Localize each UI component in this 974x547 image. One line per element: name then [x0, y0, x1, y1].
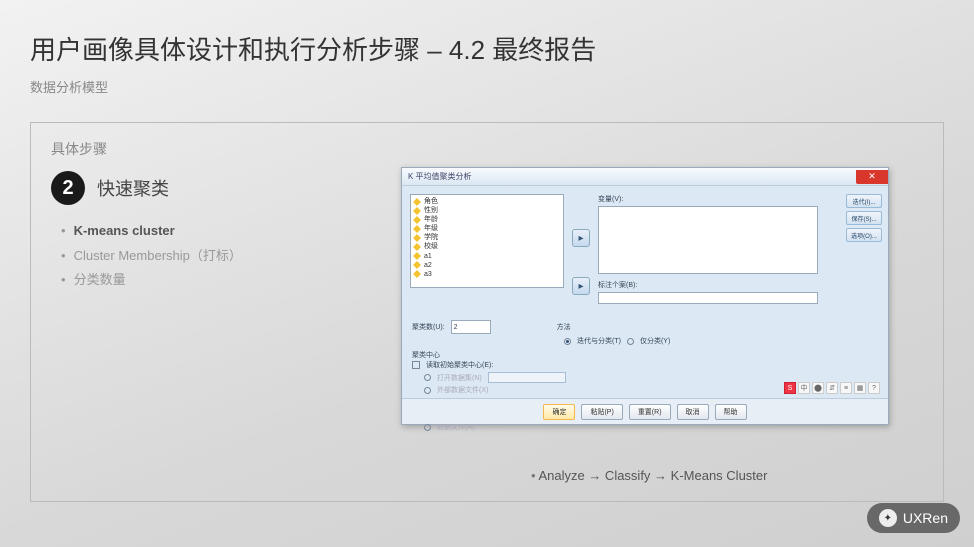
content-panel: 具体步骤 2 快速聚类 K-means cluster Cluster Memb… — [30, 122, 944, 502]
wechat-icon: ✦ — [879, 509, 897, 527]
ime-icon[interactable]: ⇵ — [826, 382, 838, 394]
move-right-button[interactable]: ▸ — [572, 229, 590, 247]
ime-icon[interactable]: S — [784, 382, 796, 394]
dialog-body: 角色 性别 年龄 年级 学院 校级 a1 a2 a3 ▸ ▸ 变量(V): — [402, 186, 888, 316]
step-number-badge: 2 — [51, 171, 85, 205]
step-title: 快速聚类 — [97, 175, 169, 201]
screenshot-caption: Analyze → Classify → K-Means Cluster — [531, 468, 767, 483]
dialog-side-buttons: 迭代(I)... 保存(S)... 选项(O)... — [846, 194, 882, 242]
variable-item: 角色 — [413, 197, 561, 206]
clusters-input[interactable]: 2 — [451, 320, 491, 334]
dataset-dropdown[interactable] — [488, 372, 566, 383]
source-variables-list[interactable]: 角色 性别 年龄 年级 学院 校级 a1 a2 a3 — [410, 194, 564, 288]
ruler-icon — [413, 261, 421, 269]
paste-button[interactable]: 粘贴(P) — [581, 404, 622, 420]
close-button[interactable]: ✕ — [856, 170, 888, 184]
label-case-label: 标注个案(B): — [598, 280, 880, 290]
ruler-icon — [413, 198, 421, 206]
iterate-button[interactable]: 迭代(I)... — [846, 194, 882, 208]
spss-dialog: K 平均值聚类分析 ✕ 迭代(I)... 保存(S)... 选项(O)... 角… — [401, 167, 889, 425]
variable-item: 校级 — [413, 242, 561, 251]
ime-icon[interactable]: ? — [868, 382, 880, 394]
variables-target-list[interactable] — [598, 206, 818, 274]
ime-icon[interactable]: ≡ — [840, 382, 852, 394]
dialog-titlebar: K 平均值聚类分析 ✕ — [402, 168, 888, 186]
cancel-button[interactable]: 取消 — [677, 404, 709, 420]
watermark: ✦ UXRen — [867, 503, 960, 533]
center-group-label: 聚类中心 — [412, 350, 878, 360]
variables-target-label: 变量(V): — [598, 194, 880, 204]
save-button[interactable]: 保存(S)... — [846, 211, 882, 225]
radio-data-file[interactable] — [424, 424, 431, 431]
help-button[interactable]: 帮助 — [715, 404, 747, 420]
ime-icon[interactable]: 中 — [798, 382, 810, 394]
move-right-button[interactable]: ▸ — [572, 277, 590, 295]
variable-item: a2 — [413, 261, 561, 270]
variable-item: 年龄 — [413, 215, 561, 224]
variable-item: 年级 — [413, 224, 561, 233]
variable-item: 性别 — [413, 206, 561, 215]
ruler-icon — [413, 234, 421, 242]
options-button[interactable]: 选项(O)... — [846, 228, 882, 242]
ok-button[interactable]: 确定 — [543, 404, 575, 420]
read-initial-checkbox[interactable] — [412, 361, 420, 369]
dialog-title: K 平均值聚类分析 — [408, 171, 472, 182]
page-title: 用户画像具体设计和执行分析步骤 – 4.2 最终报告 — [30, 30, 944, 67]
dialog-right-pane: 变量(V): 标注个案(B): — [598, 194, 880, 308]
variable-item: 学院 — [413, 233, 561, 242]
ruler-icon — [413, 207, 421, 215]
clusters-label: 聚类数(U): — [412, 322, 445, 332]
ime-icon[interactable]: ⬤ — [812, 382, 824, 394]
variable-item: a3 — [413, 270, 561, 279]
ruler-icon — [413, 270, 421, 278]
panel-label: 具体步骤 — [51, 139, 923, 159]
variable-item: a1 — [413, 252, 561, 261]
ruler-icon — [413, 243, 421, 251]
ruler-icon — [413, 216, 421, 224]
watermark-brand: UXRen — [903, 510, 948, 526]
ruler-icon — [413, 252, 421, 260]
ime-statusbar: S 中 ⬤ ⇵ ≡ ▦ ? — [784, 382, 880, 394]
bullet-text: K-means cluster — [74, 219, 175, 244]
dialog-footer: 确定 粘贴(P) 重置(R) 取消 帮助 — [402, 398, 888, 424]
transfer-buttons: ▸ ▸ — [572, 194, 590, 308]
bullet-text: 分类数量 — [74, 268, 126, 293]
radio-external-file[interactable] — [424, 387, 431, 394]
radio-iterate[interactable] — [564, 338, 571, 345]
reset-button[interactable]: 重置(R) — [629, 404, 671, 420]
method-label: 方法 — [557, 322, 571, 332]
ime-icon[interactable]: ▦ — [854, 382, 866, 394]
label-case-input[interactable] — [598, 292, 818, 304]
slide: 用户画像具体设计和执行分析步骤 – 4.2 最终报告 数据分析模型 具体步骤 2… — [0, 0, 974, 502]
radio-classify-only[interactable] — [627, 338, 634, 345]
bullet-text: Cluster Membership（打标） — [74, 244, 242, 269]
radio-open-dataset[interactable] — [424, 374, 431, 381]
ruler-icon — [413, 225, 421, 233]
page-subtitle: 数据分析模型 — [30, 77, 944, 96]
